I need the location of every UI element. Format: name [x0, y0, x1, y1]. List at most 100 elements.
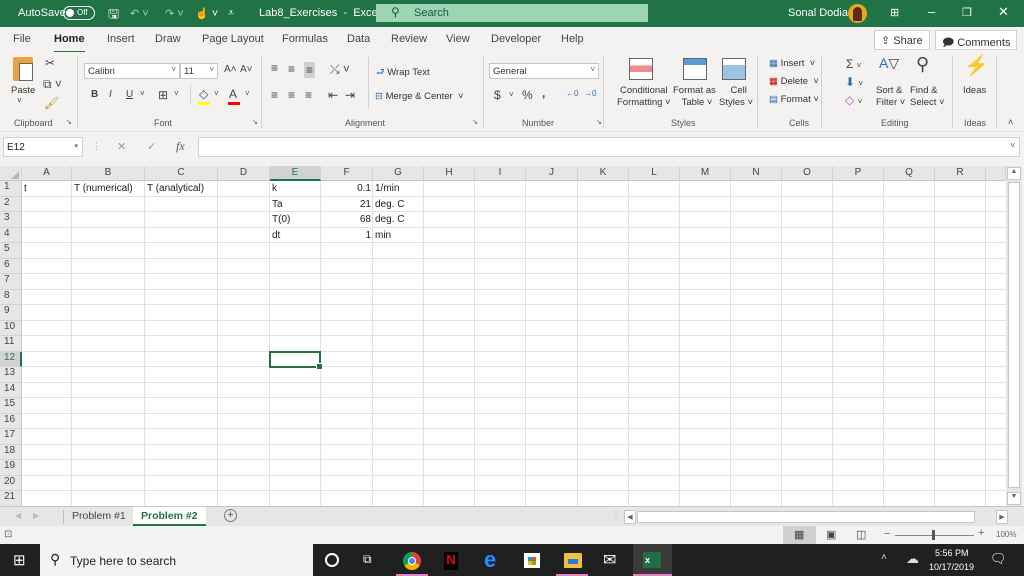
mail-icon[interactable]: ✉	[603, 550, 616, 570]
column-header-o[interactable]: O	[782, 166, 833, 181]
clipboard-launcher-icon[interactable]: ↘	[66, 118, 72, 126]
next-sheet-icon[interactable]: ▶	[33, 511, 39, 520]
find-select-button[interactable]: Find & Select ˅	[910, 85, 945, 109]
vertical-scroll-thumb[interactable]	[1008, 182, 1020, 488]
increase-indent-icon[interactable]: ⇥	[345, 89, 355, 101]
tab-view[interactable]: View	[446, 33, 470, 45]
column-header-h[interactable]: H	[424, 166, 475, 181]
cell-f2[interactable]: 21	[321, 197, 373, 212]
column-header-q[interactable]: Q	[884, 166, 935, 181]
scroll-down-icon[interactable]: ▼	[1007, 492, 1021, 505]
paste-icon[interactable]	[13, 57, 33, 81]
row-header-14[interactable]: 14	[0, 382, 22, 398]
undo-icon[interactable]: ↶ ˅	[130, 7, 149, 20]
format-as-table-button[interactable]: Format as Table ˅	[673, 85, 716, 109]
column-header-f[interactable]: F	[321, 166, 373, 181]
cell-e3[interactable]: T(0)	[270, 212, 321, 227]
zoom-slider-thumb[interactable]	[932, 530, 935, 540]
tab-data[interactable]: Data	[347, 33, 370, 45]
format-cells-button[interactable]: ▤ Format ˅	[769, 94, 819, 105]
row-header-12[interactable]: 12	[0, 351, 22, 367]
cell-g1[interactable]: 1/min	[373, 181, 424, 196]
font-color-dropdown-icon[interactable]: ˅	[245, 90, 250, 98]
row-header-5[interactable]: 5	[0, 243, 22, 259]
column-header-j[interactable]: J	[526, 166, 578, 181]
row-header-10[interactable]: 10	[0, 320, 22, 336]
tab-formulas[interactable]: Formulas	[282, 33, 328, 45]
underline-button[interactable]: U	[126, 90, 133, 100]
align-top-icon[interactable]: ≡	[271, 62, 278, 74]
tab-draw[interactable]: Draw	[155, 33, 181, 45]
row-header-20[interactable]: 20	[0, 475, 22, 491]
onedrive-icon[interactable]: ☁	[906, 551, 919, 567]
row-header-21[interactable]: 21	[0, 491, 22, 506]
page-layout-view-icon[interactable]: ▣	[826, 528, 836, 541]
alignment-launcher-icon[interactable]: ↘	[472, 118, 478, 126]
tab-insert[interactable]: Insert	[107, 33, 135, 45]
cell-styles-icon[interactable]	[722, 58, 746, 80]
name-box[interactable]: E12 ▾	[3, 137, 83, 157]
grip-icon[interactable]: ⋮	[92, 141, 101, 152]
fill-color-icon[interactable]: ◇	[199, 88, 208, 100]
formula-input[interactable]: ˅	[198, 137, 1020, 157]
cell-e2[interactable]: Ta	[270, 197, 321, 212]
avatar[interactable]	[848, 4, 867, 23]
italic-button[interactable]: I	[109, 90, 112, 100]
decrease-font-icon[interactable]: A˅	[240, 65, 253, 75]
save-icon[interactable]: 🖫	[108, 5, 119, 27]
format-painter-icon[interactable]: 🖌	[44, 97, 59, 109]
column-header-d[interactable]: D	[218, 166, 270, 181]
row-header-6[interactable]: 6	[0, 258, 22, 274]
cell-a1[interactable]: t	[22, 181, 72, 196]
chevron-down-icon[interactable]: ▾	[74, 142, 78, 150]
align-bottom-icon[interactable]: ≡	[304, 62, 316, 78]
orientation-icon[interactable]: ⤯ ˅	[330, 63, 350, 75]
row-header-4[interactable]: 4	[0, 227, 22, 243]
fill-dropdown-icon[interactable]: ˅	[214, 90, 219, 98]
worksheet-grid[interactable]: ABCDEFGHIJKLMNOPQR 1 2 3 4 5 6 7 8 9 10 11 12 13 14 15…	[0, 166, 1006, 506]
autosave-toggle[interactable]: Off	[63, 6, 95, 20]
ideas-icon[interactable]: ⚡	[964, 56, 989, 76]
decrease-indent-icon[interactable]: ⇤	[328, 89, 338, 101]
conditional-formatting-icon[interactable]	[629, 58, 653, 80]
column-header-a[interactable]: A	[22, 166, 72, 181]
user-name[interactable]: Sonal Dodia	[788, 7, 848, 19]
number-format-select[interactable]: General ˅	[489, 63, 599, 79]
row-header-16[interactable]: 16	[0, 413, 22, 429]
add-sheet-icon[interactable]: +	[224, 509, 237, 522]
align-center-icon[interactable]: ≡	[288, 89, 295, 101]
merge-center-button[interactable]: ⊟ Merge & Center ˅	[375, 91, 464, 102]
cell-e1[interactable]: k	[270, 181, 321, 196]
cut-icon[interactable]: ✂	[45, 57, 55, 69]
percent-button[interactable]: %	[522, 89, 533, 101]
align-middle-icon[interactable]: ≡	[288, 63, 295, 75]
currency-button[interactable]: $	[494, 89, 501, 101]
clear-icon[interactable]: ◇ ˅	[845, 94, 862, 106]
customize-qat-icon[interactable]: ⩡	[228, 7, 234, 20]
row-header-19[interactable]: 19	[0, 460, 22, 476]
row-header-7[interactable]: 7	[0, 274, 22, 290]
horizontal-scroll-thumb[interactable]	[637, 511, 975, 523]
zoom-level[interactable]: 100%	[996, 530, 1016, 539]
close-icon[interactable]: ✕	[998, 4, 1009, 20]
row-header-18[interactable]: 18	[0, 444, 22, 460]
excel-taskbar-button[interactable]: x	[633, 544, 672, 576]
cell-g3[interactable]: deg. C	[373, 212, 424, 227]
tab-review[interactable]: Review	[391, 33, 427, 45]
clock-time[interactable]: 5:56 PM	[935, 548, 969, 558]
tab-help[interactable]: Help	[561, 33, 584, 45]
scroll-up-icon[interactable]: ▲	[1007, 167, 1021, 180]
borders-dropdown-icon[interactable]: ˅	[174, 90, 179, 98]
select-all-button[interactable]	[0, 166, 22, 181]
row-header-17[interactable]: 17	[0, 429, 22, 445]
currency-dropdown-icon[interactable]: ˅	[509, 91, 514, 99]
selected-cell-outline[interactable]	[269, 350, 323, 370]
macro-record-icon[interactable]: ⊡	[4, 529, 12, 540]
row-header-13[interactable]: 13	[0, 367, 22, 383]
prev-sheet-icon[interactable]: ◀	[15, 511, 21, 520]
paste-dropdown-icon[interactable]: ˅	[17, 96, 22, 105]
ribbon-display-options-icon[interactable]: ⊞	[890, 6, 899, 19]
font-launcher-icon[interactable]: ↘	[252, 118, 258, 126]
fill-icon[interactable]: ⬇ ˅	[845, 76, 863, 88]
decrease-decimal-icon[interactable]: →0	[584, 90, 596, 98]
